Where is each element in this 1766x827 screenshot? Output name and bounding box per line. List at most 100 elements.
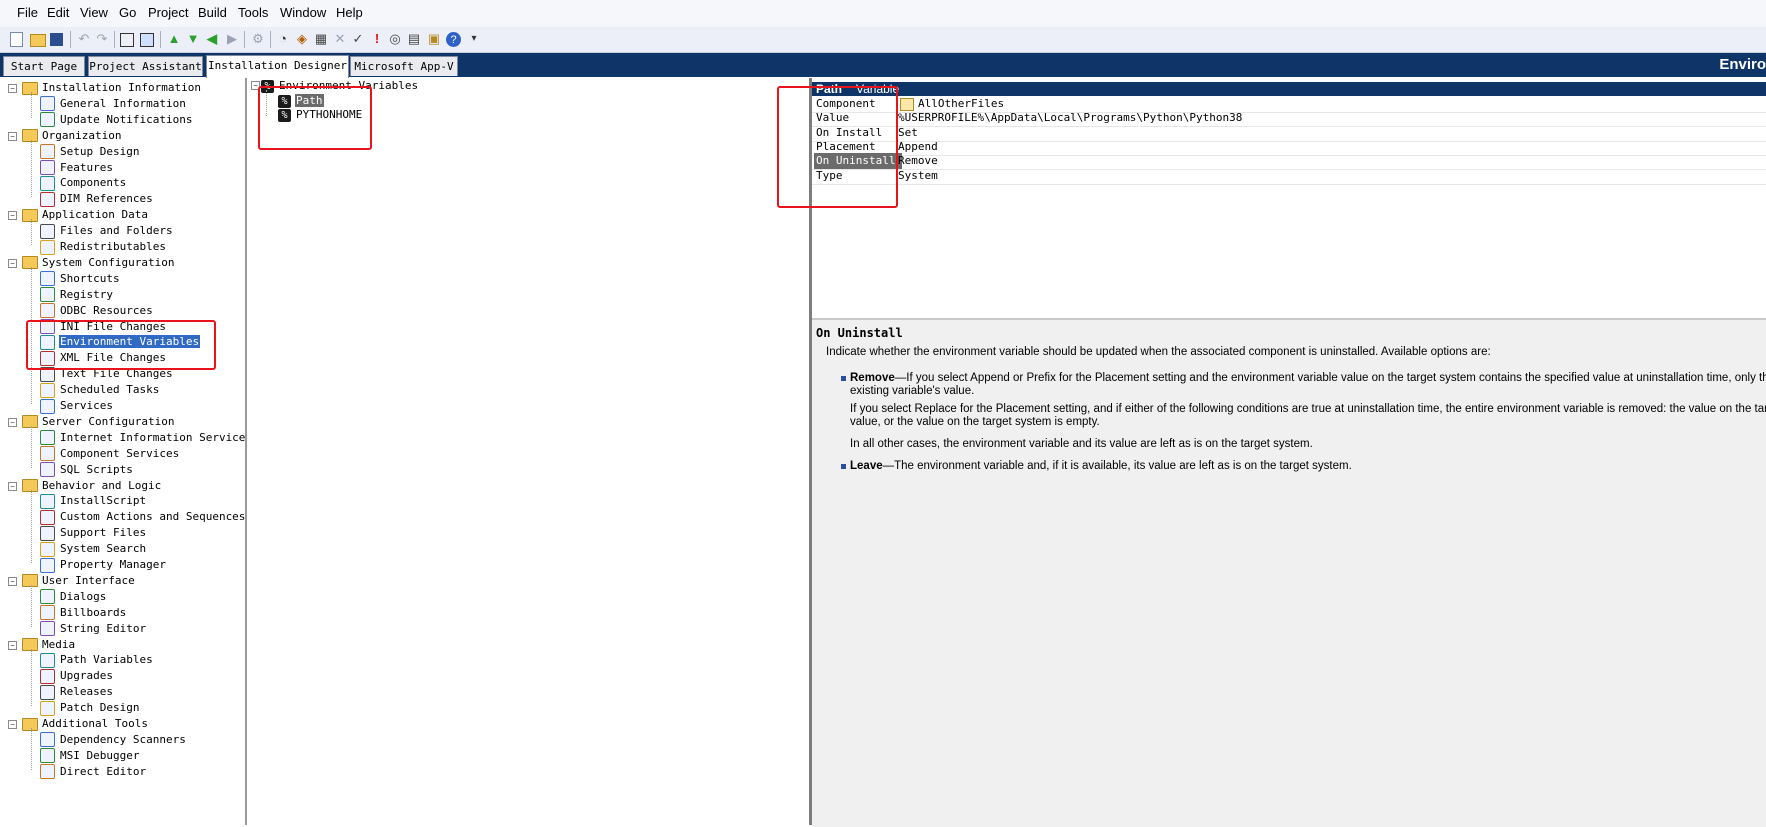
arrow-left-icon[interactable]: ◀ <box>204 31 220 47</box>
help-icon[interactable]: ? <box>446 32 461 47</box>
toolbar-overflow-icon[interactable]: ▾ <box>466 31 482 47</box>
tree-item[interactable]: Direct Editor <box>40 764 147 780</box>
tree-item[interactable]: InstallScript <box>40 493 147 509</box>
tree-item[interactable]: Registry <box>40 287 114 303</box>
tree-item[interactable]: Property Manager <box>40 557 167 573</box>
tree-item[interactable]: Update Notifications <box>40 112 193 128</box>
tree-item[interactable]: String Editor <box>40 621 147 637</box>
save-icon[interactable] <box>50 33 63 46</box>
menu-build[interactable]: Build <box>198 5 227 20</box>
toggle-pane-icon[interactable] <box>120 33 134 47</box>
tab-project-assistant[interactable]: Project Assistant <box>88 56 203 76</box>
arrow-down-icon[interactable]: ▼ <box>185 31 201 47</box>
validate-icon[interactable]: ✓ <box>350 31 366 47</box>
tree-item[interactable]: System Search <box>40 541 147 557</box>
clean-icon[interactable]: ✕ <box>332 31 348 47</box>
tree-group[interactable]: System Configuration <box>22 255 175 271</box>
tree-item-icon <box>40 668 55 684</box>
tree-item-icon <box>40 509 55 525</box>
tree-item[interactable]: Dependency Scanners <box>40 732 187 748</box>
tree-item[interactable]: Support Files <box>40 525 147 541</box>
highlight-box-props <box>777 86 898 208</box>
arrow-up-icon[interactable]: ▲ <box>166 31 182 47</box>
tree-group[interactable]: Additional Tools <box>22 716 149 732</box>
collapse-icon[interactable]: − <box>8 417 17 427</box>
tree-group-label: Additional Tools <box>42 717 148 730</box>
tree-item-icon <box>40 557 55 573</box>
tree-group[interactable]: Installation Information <box>22 80 202 96</box>
media-icon[interactable]: ◈ <box>294 31 310 47</box>
arrow-right-icon[interactable]: ▶ <box>224 31 240 47</box>
tree-item[interactable]: Custom Actions and Sequences <box>40 509 245 525</box>
tree-item[interactable]: SQL Scripts <box>40 462 134 478</box>
tree-item[interactable]: Files and Folders <box>40 223 174 239</box>
collapse-icon[interactable]: − <box>8 84 17 93</box>
toggle-view-icon[interactable] <box>140 33 154 47</box>
tree-item-icon <box>40 605 55 621</box>
tab-start-page[interactable]: Start Page <box>3 56 85 76</box>
open-icon[interactable] <box>30 34 46 47</box>
tree-item[interactable]: Path Variables <box>40 652 154 668</box>
tree-group[interactable]: Application Data <box>22 207 149 223</box>
menu-view[interactable]: View <box>80 5 108 20</box>
tree-item[interactable]: Patch Design <box>40 700 140 716</box>
tree-group[interactable]: User Interface <box>22 573 136 589</box>
collapse-icon[interactable]: − <box>8 131 17 141</box>
property-row[interactable]: Type System <box>812 168 1766 185</box>
menu-file[interactable]: File <box>17 5 38 20</box>
collapse-icon[interactable]: − <box>8 576 17 586</box>
tree-item-label: Redistributables <box>60 240 166 253</box>
release-icon[interactable]: ▦ <box>313 31 329 47</box>
tree-item-icon <box>40 239 55 255</box>
tree-item[interactable]: Component Services <box>40 446 180 462</box>
menu-edit[interactable]: Edit <box>47 5 69 20</box>
tree-item[interactable]: Features <box>40 160 114 176</box>
tree-item[interactable]: ODBC Resources <box>40 303 154 319</box>
folder-icon <box>22 81 38 95</box>
tree-item[interactable]: Billboards <box>40 605 127 621</box>
stop-icon[interactable]: ! <box>369 31 385 47</box>
compile-icon[interactable]: ◔ <box>275 31 291 47</box>
folder-icon <box>22 479 38 492</box>
menu-tools[interactable]: Tools <box>238 5 268 20</box>
tab-microsoft-app-v[interactable]: Microsoft App-V <box>350 56 458 76</box>
tree-item[interactable]: Redistributables <box>40 239 167 255</box>
tree-item-label: Update Notifications <box>60 112 193 126</box>
collapse-icon[interactable]: − <box>8 640 17 650</box>
collapse-icon[interactable]: − <box>8 720 17 729</box>
help-remove-term: Remove <box>850 372 895 384</box>
menu-project[interactable]: Project <box>148 5 188 20</box>
tree-item[interactable]: Releases <box>40 684 114 700</box>
undo-icon[interactable]: ↶ <box>76 31 92 47</box>
tree-item[interactable]: Dialogs <box>40 589 107 605</box>
menu-help[interactable]: Help <box>336 5 363 20</box>
collapse-icon[interactable]: − <box>8 211 17 221</box>
run-icon[interactable]: ◎ <box>387 31 403 47</box>
tree-group[interactable]: Server Configuration <box>22 414 175 430</box>
tree-item[interactable]: MSI Debugger <box>40 748 140 764</box>
new-icon[interactable] <box>10 32 23 47</box>
tree-group[interactable]: Organization <box>22 128 122 144</box>
tree-item[interactable]: Scheduled Tasks <box>40 382 160 398</box>
tree-item[interactable]: Setup Design <box>40 144 140 160</box>
menu-window[interactable]: Window <box>280 5 326 20</box>
help-intro: Indicate whether the environment variabl… <box>826 346 1491 358</box>
build-disabled-icon[interactable]: ⚙ <box>250 31 266 47</box>
menu-go[interactable]: Go <box>119 5 136 20</box>
tree-item[interactable]: Services <box>40 398 114 414</box>
tab-installation-designer[interactable]: Installation Designer <box>206 55 349 78</box>
tree-item-label: MSI Debugger <box>60 748 140 762</box>
tree-item[interactable]: Shortcuts <box>40 271 121 287</box>
tree-item[interactable]: General Information <box>40 96 187 112</box>
tree-item[interactable]: Internet Information Services <box>40 430 245 446</box>
collapse-icon[interactable]: − <box>8 481 17 491</box>
redo-icon[interactable]: ↷ <box>94 31 110 47</box>
tree-item[interactable]: Components <box>40 175 127 191</box>
tree-item[interactable]: DIM References <box>40 191 154 207</box>
tree-item[interactable]: Upgrades <box>40 668 114 684</box>
tree-group[interactable]: Behavior and Logic <box>22 478 162 494</box>
debug-icon[interactable]: ▤ <box>406 31 422 47</box>
bullet-icon <box>841 464 846 469</box>
collapse-icon[interactable]: − <box>8 258 17 268</box>
package-icon[interactable]: ▣ <box>426 31 442 47</box>
